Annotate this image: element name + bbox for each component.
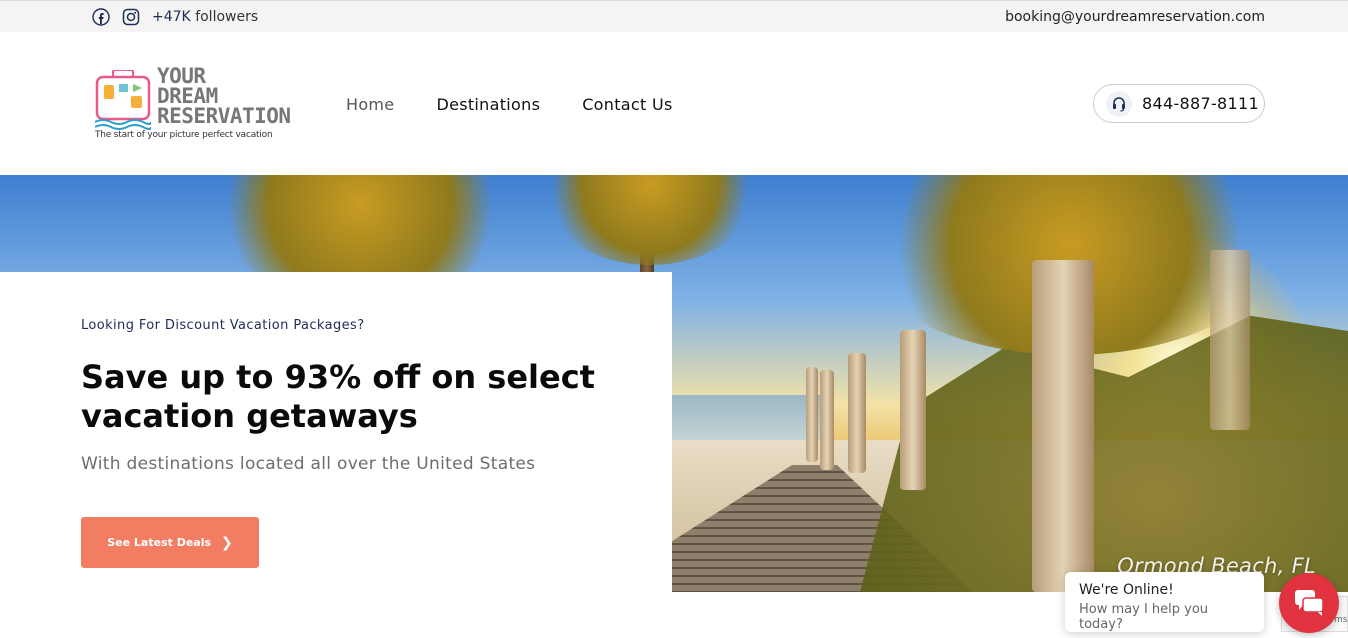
logo-line-3: RESERVATION bbox=[157, 104, 291, 128]
main-nav: Home Destinations Contact Us bbox=[346, 95, 673, 114]
nav-contact-us[interactable]: Contact Us bbox=[582, 95, 672, 114]
phone-button[interactable]: 844-887-8111 bbox=[1093, 84, 1265, 123]
chevron-right-icon: ❯ bbox=[221, 534, 233, 551]
site-logo[interactable]: YOUR DREAM RESERVATION The start of your… bbox=[95, 66, 291, 146]
see-latest-deals-button[interactable]: See Latest Deals ❯ bbox=[81, 517, 259, 568]
chat-title: We're Online! bbox=[1079, 582, 1174, 598]
logo-wordmark: YOUR DREAM RESERVATION bbox=[157, 64, 291, 128]
chat-subtitle: How may I help you today? bbox=[1079, 602, 1209, 632]
hero-card: Looking For Discount Vacation Packages? … bbox=[0, 272, 672, 592]
site-header: YOUR DREAM RESERVATION The start of your… bbox=[0, 32, 1348, 175]
phone-number: 844-887-8111 bbox=[1142, 94, 1259, 113]
hero-section: Looking For Discount Vacation Packages? … bbox=[0, 175, 1348, 592]
chat-greeting[interactable]: We're Online! How may I help you today? bbox=[1065, 572, 1264, 632]
followers-count: +47K followers bbox=[152, 9, 258, 25]
followers-number: +47K bbox=[152, 9, 191, 25]
headset-icon bbox=[1106, 90, 1132, 117]
logo-line-2: DREAM bbox=[157, 84, 218, 108]
followers-label: followers bbox=[195, 9, 259, 25]
nav-destinations[interactable]: Destinations bbox=[436, 95, 540, 114]
chat-launcher-button[interactable] bbox=[1279, 573, 1339, 633]
logo-tagline: The start of your picture perfect vacati… bbox=[95, 130, 273, 140]
cta-label: See Latest Deals bbox=[107, 536, 212, 549]
logo-line-1: YOUR bbox=[157, 64, 206, 88]
chat-icon bbox=[1295, 590, 1324, 616]
instagram-icon[interactable] bbox=[122, 8, 140, 26]
email-link[interactable]: booking@yourdreamreservation.com bbox=[1005, 9, 1265, 25]
hero-subline: With destinations located all over the U… bbox=[81, 454, 536, 474]
hero-eyebrow: Looking For Discount Vacation Packages? bbox=[81, 318, 365, 333]
social-links: +47K followers bbox=[92, 8, 258, 26]
hero-headline: Save up to 93% off on select vacation ge… bbox=[81, 358, 595, 435]
top-bar: +47K followers booking@yourdreamreservat… bbox=[0, 0, 1348, 32]
facebook-icon[interactable] bbox=[92, 8, 110, 26]
nav-home[interactable]: Home bbox=[346, 95, 394, 114]
recaptcha-text: ms bbox=[1334, 615, 1348, 625]
suitcase-icon bbox=[95, 70, 151, 130]
